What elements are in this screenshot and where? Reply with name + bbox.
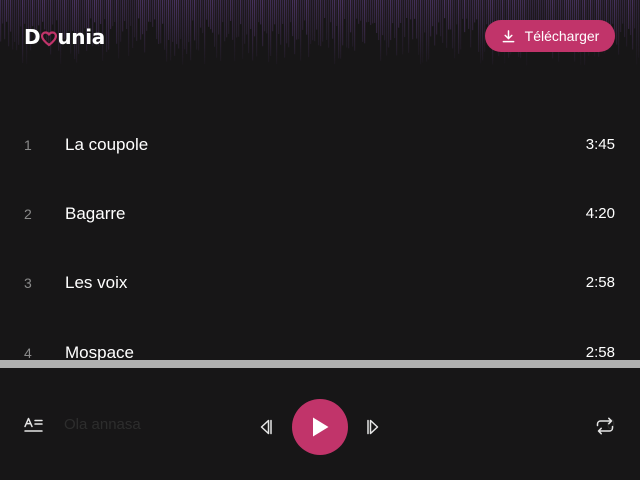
track-number: 3 bbox=[24, 274, 32, 291]
track-title: La coupole bbox=[65, 134, 149, 154]
track-row[interactable]: 1 La coupole 3:45 bbox=[0, 110, 640, 179]
repeat-icon[interactable] bbox=[595, 416, 615, 436]
download-button[interactable]: Télécharger bbox=[485, 20, 615, 52]
logo-letter-d: D bbox=[24, 25, 41, 49]
track-row[interactable]: 4 Mospace 2:58 bbox=[0, 318, 640, 361]
track-row[interactable]: 3 Les voix 2:58 bbox=[0, 248, 640, 317]
track-list: 1 La coupole 3:45 2 Bagarre 4:20 3 Les v… bbox=[0, 110, 640, 361]
track-duration: 4:20 bbox=[585, 205, 615, 222]
track-title: Bagarre bbox=[65, 203, 126, 223]
now-playing-title: Ola annasa bbox=[64, 416, 141, 433]
track-duration: 3:45 bbox=[585, 136, 615, 153]
header: D unia Télécharger bbox=[0, 0, 640, 72]
skip-previous-icon[interactable] bbox=[257, 418, 273, 436]
play-icon bbox=[313, 417, 329, 437]
heart-icon bbox=[41, 31, 58, 47]
track-title: Les voix bbox=[65, 272, 128, 292]
progress-bar[interactable] bbox=[0, 360, 640, 368]
app-logo[interactable]: D unia bbox=[24, 24, 105, 50]
play-button[interactable] bbox=[292, 399, 348, 455]
track-number: 4 bbox=[24, 344, 32, 361]
track-number: 2 bbox=[24, 205, 32, 222]
download-label: Télécharger bbox=[524, 28, 600, 44]
player-bar: Ola annasa 0 bbox=[0, 368, 640, 480]
track-number: 1 bbox=[24, 136, 32, 153]
track-title: Mospace bbox=[65, 342, 134, 361]
track-duration: 2:58 bbox=[585, 344, 615, 360]
skip-next-icon[interactable] bbox=[366, 418, 382, 436]
track-row[interactable]: 2 Bagarre 4:20 bbox=[0, 179, 640, 248]
track-duration: 2:58 bbox=[585, 274, 615, 291]
download-icon bbox=[502, 29, 515, 42]
lyrics-icon[interactable] bbox=[24, 417, 44, 433]
progress-fill bbox=[0, 360, 640, 368]
logo-text: unia bbox=[57, 25, 105, 49]
